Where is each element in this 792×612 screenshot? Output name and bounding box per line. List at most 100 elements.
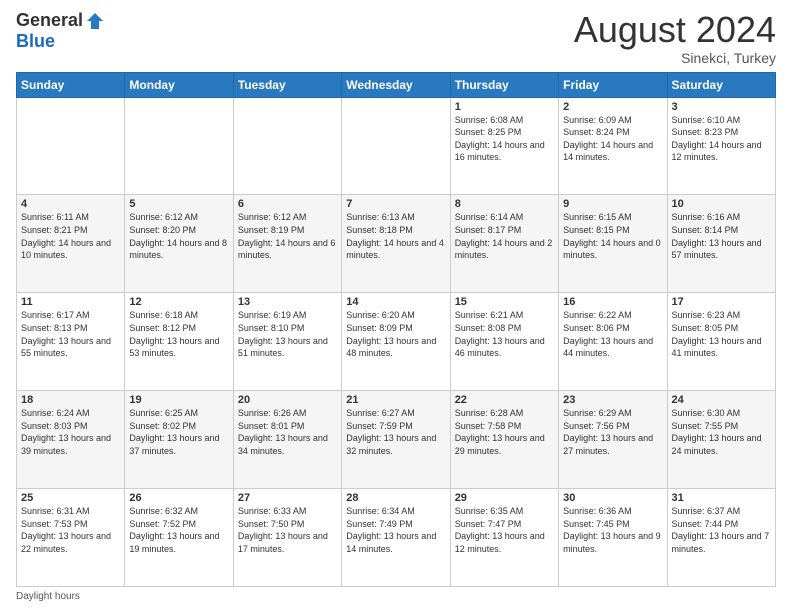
calendar-week-3: 11Sunrise: 6:17 AM Sunset: 8:13 PM Dayli… (17, 293, 776, 391)
day-info: Sunrise: 6:26 AM Sunset: 8:01 PM Dayligh… (238, 407, 337, 457)
calendar-cell: 12Sunrise: 6:18 AM Sunset: 8:12 PM Dayli… (125, 293, 233, 391)
footer: Daylight hours (16, 591, 776, 602)
day-number: 11 (21, 296, 120, 308)
day-info: Sunrise: 6:12 AM Sunset: 8:20 PM Dayligh… (129, 211, 228, 261)
day-number: 3 (672, 101, 771, 113)
day-info: Sunrise: 6:21 AM Sunset: 8:08 PM Dayligh… (455, 309, 554, 359)
day-number: 12 (129, 296, 228, 308)
day-number: 30 (563, 492, 662, 504)
calendar-header-sunday: Sunday (17, 72, 125, 97)
calendar-cell: 20Sunrise: 6:26 AM Sunset: 8:01 PM Dayli… (233, 391, 341, 489)
calendar-cell: 5Sunrise: 6:12 AM Sunset: 8:20 PM Daylig… (125, 195, 233, 293)
day-number: 19 (129, 394, 228, 406)
calendar-cell: 28Sunrise: 6:34 AM Sunset: 7:49 PM Dayli… (342, 489, 450, 587)
day-number: 27 (238, 492, 337, 504)
calendar-cell: 4Sunrise: 6:11 AM Sunset: 8:21 PM Daylig… (17, 195, 125, 293)
calendar-cell: 30Sunrise: 6:36 AM Sunset: 7:45 PM Dayli… (559, 489, 667, 587)
page: General Blue August 2024 Sinekci, Turkey… (0, 0, 792, 612)
calendar-cell (17, 97, 125, 195)
day-number: 25 (21, 492, 120, 504)
calendar-cell: 21Sunrise: 6:27 AM Sunset: 7:59 PM Dayli… (342, 391, 450, 489)
day-info: Sunrise: 6:30 AM Sunset: 7:55 PM Dayligh… (672, 407, 771, 457)
day-info: Sunrise: 6:24 AM Sunset: 8:03 PM Dayligh… (21, 407, 120, 457)
calendar-cell (125, 97, 233, 195)
day-info: Sunrise: 6:17 AM Sunset: 8:13 PM Dayligh… (21, 309, 120, 359)
calendar-week-1: 1Sunrise: 6:08 AM Sunset: 8:25 PM Daylig… (17, 97, 776, 195)
calendar-cell: 11Sunrise: 6:17 AM Sunset: 8:13 PM Dayli… (17, 293, 125, 391)
logo-blue-text: Blue (16, 31, 55, 52)
calendar-header-monday: Monday (125, 72, 233, 97)
calendar-cell: 19Sunrise: 6:25 AM Sunset: 8:02 PM Dayli… (125, 391, 233, 489)
day-info: Sunrise: 6:16 AM Sunset: 8:14 PM Dayligh… (672, 211, 771, 261)
day-info: Sunrise: 6:33 AM Sunset: 7:50 PM Dayligh… (238, 505, 337, 555)
day-number: 23 (563, 394, 662, 406)
calendar-cell: 23Sunrise: 6:29 AM Sunset: 7:56 PM Dayli… (559, 391, 667, 489)
calendar-week-5: 25Sunrise: 6:31 AM Sunset: 7:53 PM Dayli… (17, 489, 776, 587)
day-number: 15 (455, 296, 554, 308)
day-info: Sunrise: 6:13 AM Sunset: 8:18 PM Dayligh… (346, 211, 445, 261)
calendar-table: SundayMondayTuesdayWednesdayThursdayFrid… (16, 72, 776, 587)
calendar-header-saturday: Saturday (667, 72, 775, 97)
calendar-cell: 2Sunrise: 6:09 AM Sunset: 8:24 PM Daylig… (559, 97, 667, 195)
calendar-cell: 16Sunrise: 6:22 AM Sunset: 8:06 PM Dayli… (559, 293, 667, 391)
day-info: Sunrise: 6:20 AM Sunset: 8:09 PM Dayligh… (346, 309, 445, 359)
day-number: 16 (563, 296, 662, 308)
day-info: Sunrise: 6:27 AM Sunset: 7:59 PM Dayligh… (346, 407, 445, 457)
calendar-cell: 31Sunrise: 6:37 AM Sunset: 7:44 PM Dayli… (667, 489, 775, 587)
calendar-cell: 24Sunrise: 6:30 AM Sunset: 7:55 PM Dayli… (667, 391, 775, 489)
calendar-cell: 8Sunrise: 6:14 AM Sunset: 8:17 PM Daylig… (450, 195, 558, 293)
day-number: 10 (672, 198, 771, 210)
calendar-week-4: 18Sunrise: 6:24 AM Sunset: 8:03 PM Dayli… (17, 391, 776, 489)
calendar-cell: 10Sunrise: 6:16 AM Sunset: 8:14 PM Dayli… (667, 195, 775, 293)
calendar-cell: 17Sunrise: 6:23 AM Sunset: 8:05 PM Dayli… (667, 293, 775, 391)
day-info: Sunrise: 6:29 AM Sunset: 7:56 PM Dayligh… (563, 407, 662, 457)
calendar-cell: 1Sunrise: 6:08 AM Sunset: 8:25 PM Daylig… (450, 97, 558, 195)
day-info: Sunrise: 6:15 AM Sunset: 8:15 PM Dayligh… (563, 211, 662, 261)
day-info: Sunrise: 6:19 AM Sunset: 8:10 PM Dayligh… (238, 309, 337, 359)
day-number: 31 (672, 492, 771, 504)
calendar-cell: 18Sunrise: 6:24 AM Sunset: 8:03 PM Dayli… (17, 391, 125, 489)
calendar-header-row: SundayMondayTuesdayWednesdayThursdayFrid… (17, 72, 776, 97)
day-info: Sunrise: 6:36 AM Sunset: 7:45 PM Dayligh… (563, 505, 662, 555)
day-info: Sunrise: 6:25 AM Sunset: 8:02 PM Dayligh… (129, 407, 228, 457)
day-info: Sunrise: 6:12 AM Sunset: 8:19 PM Dayligh… (238, 211, 337, 261)
day-info: Sunrise: 6:14 AM Sunset: 8:17 PM Dayligh… (455, 211, 554, 261)
calendar-cell: 13Sunrise: 6:19 AM Sunset: 8:10 PM Dayli… (233, 293, 341, 391)
day-number: 1 (455, 101, 554, 113)
day-number: 28 (346, 492, 445, 504)
day-info: Sunrise: 6:37 AM Sunset: 7:44 PM Dayligh… (672, 505, 771, 555)
calendar-cell (342, 97, 450, 195)
calendar-cell: 9Sunrise: 6:15 AM Sunset: 8:15 PM Daylig… (559, 195, 667, 293)
day-number: 22 (455, 394, 554, 406)
day-info: Sunrise: 6:11 AM Sunset: 8:21 PM Dayligh… (21, 211, 120, 261)
calendar-cell (233, 97, 341, 195)
day-number: 5 (129, 198, 228, 210)
calendar-cell: 15Sunrise: 6:21 AM Sunset: 8:08 PM Dayli… (450, 293, 558, 391)
day-info: Sunrise: 6:22 AM Sunset: 8:06 PM Dayligh… (563, 309, 662, 359)
day-number: 26 (129, 492, 228, 504)
calendar-cell: 6Sunrise: 6:12 AM Sunset: 8:19 PM Daylig… (233, 195, 341, 293)
day-number: 13 (238, 296, 337, 308)
calendar-cell: 29Sunrise: 6:35 AM Sunset: 7:47 PM Dayli… (450, 489, 558, 587)
calendar-cell: 26Sunrise: 6:32 AM Sunset: 7:52 PM Dayli… (125, 489, 233, 587)
day-info: Sunrise: 6:09 AM Sunset: 8:24 PM Dayligh… (563, 114, 662, 164)
calendar-cell: 14Sunrise: 6:20 AM Sunset: 8:09 PM Dayli… (342, 293, 450, 391)
day-number: 6 (238, 198, 337, 210)
title-section: August 2024 Sinekci, Turkey (574, 10, 776, 66)
day-info: Sunrise: 6:35 AM Sunset: 7:47 PM Dayligh… (455, 505, 554, 555)
day-number: 21 (346, 394, 445, 406)
day-number: 2 (563, 101, 662, 113)
header: General Blue August 2024 Sinekci, Turkey (16, 10, 776, 66)
location-text: Sinekci, Turkey (574, 50, 776, 66)
day-number: 14 (346, 296, 445, 308)
logo-general-text: General (16, 10, 83, 31)
day-info: Sunrise: 6:08 AM Sunset: 8:25 PM Dayligh… (455, 114, 554, 164)
logo-icon (85, 11, 105, 31)
day-number: 9 (563, 198, 662, 210)
day-info: Sunrise: 6:28 AM Sunset: 7:58 PM Dayligh… (455, 407, 554, 457)
calendar-cell: 25Sunrise: 6:31 AM Sunset: 7:53 PM Dayli… (17, 489, 125, 587)
daylight-hours-label: Daylight hours (16, 591, 80, 602)
calendar-cell: 3Sunrise: 6:10 AM Sunset: 8:23 PM Daylig… (667, 97, 775, 195)
day-info: Sunrise: 6:31 AM Sunset: 7:53 PM Dayligh… (21, 505, 120, 555)
calendar-header-thursday: Thursday (450, 72, 558, 97)
